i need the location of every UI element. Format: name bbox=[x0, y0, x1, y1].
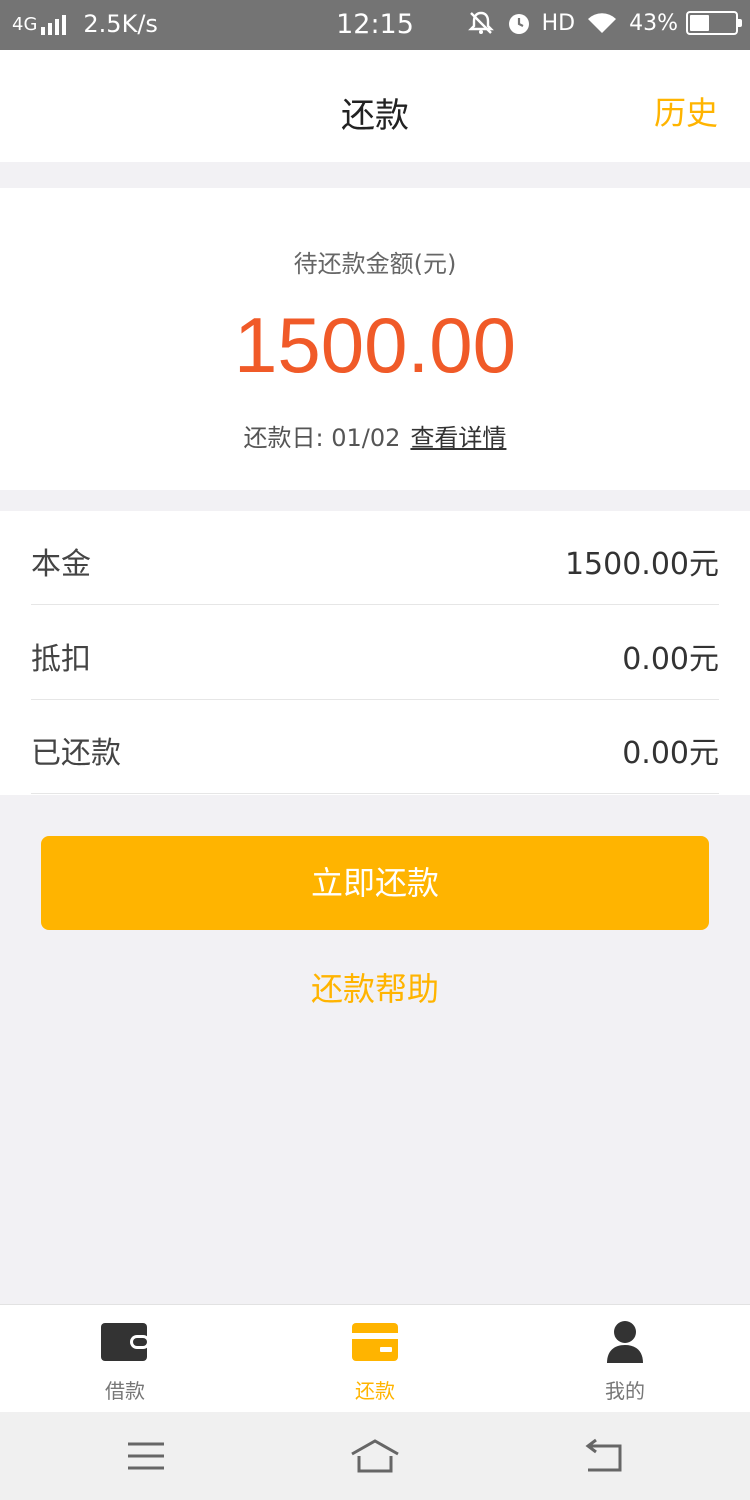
tab-mine[interactable]: 我的 bbox=[500, 1305, 750, 1413]
due-date-line: 还款日: 01/02 查看详情 bbox=[0, 418, 750, 453]
detail-label: 本金 bbox=[31, 547, 91, 582]
menu-icon[interactable] bbox=[122, 1438, 170, 1474]
status-right: HD 43% bbox=[456, 10, 742, 36]
repayment-details-list: 本金 1500.00元 抵扣 0.00元 已还款 0.00元 bbox=[0, 511, 750, 795]
system-nav-bar bbox=[0, 1412, 750, 1500]
tab-repay[interactable]: 还款 bbox=[250, 1305, 500, 1413]
detail-value: 0.00元 bbox=[622, 736, 719, 771]
card-icon bbox=[352, 1323, 398, 1361]
detail-value: 0.00元 bbox=[622, 642, 719, 677]
detail-label: 抵扣 bbox=[31, 642, 91, 677]
battery-icon bbox=[686, 11, 742, 35]
bottom-tab-bar: 借款 还款 我的 bbox=[0, 1304, 750, 1412]
battery-percent: 43% bbox=[629, 10, 678, 36]
mute-bell-icon bbox=[467, 10, 494, 36]
page-title: 还款 bbox=[341, 96, 409, 136]
repay-now-button[interactable]: 立即还款 bbox=[41, 836, 709, 930]
detail-value: 1500.00元 bbox=[564, 547, 719, 582]
tab-label: 我的 bbox=[605, 1379, 645, 1403]
detail-label: 已还款 bbox=[31, 736, 121, 771]
pending-amount-label: 待还款金额(元) bbox=[293, 250, 457, 278]
alarm-icon bbox=[506, 10, 532, 36]
user-icon bbox=[607, 1321, 643, 1363]
tab-label: 还款 bbox=[355, 1379, 395, 1403]
back-icon[interactable] bbox=[580, 1438, 628, 1474]
page-header: 还款 历史 bbox=[0, 50, 750, 162]
repay-help-link[interactable]: 还款帮助 bbox=[0, 964, 750, 1010]
due-date-text: 还款日: 01/02 bbox=[243, 424, 401, 452]
repayment-summary-card: 待还款金额(元) 1500.00 还款日: 01/02 查看详情 bbox=[0, 188, 750, 490]
hd-indicator: HD bbox=[541, 10, 576, 36]
home-icon[interactable] bbox=[349, 1438, 401, 1474]
detail-row-principal: 本金 1500.00元 bbox=[31, 511, 719, 605]
tab-label: 借款 bbox=[105, 1379, 145, 1403]
view-details-link[interactable]: 查看详情 bbox=[410, 424, 506, 452]
pending-amount-value: 1500.00 bbox=[234, 301, 516, 389]
tab-borrow[interactable]: 借款 bbox=[0, 1305, 250, 1413]
wifi-icon bbox=[587, 11, 617, 35]
history-button[interactable]: 历史 bbox=[654, 88, 718, 134]
wallet-icon bbox=[101, 1323, 150, 1361]
detail-row-repaid: 已还款 0.00元 bbox=[31, 700, 719, 794]
status-bar: 4G 2.5K/s 12:15 HD 43% bbox=[0, 0, 750, 50]
detail-row-deduction: 抵扣 0.00元 bbox=[31, 606, 719, 700]
